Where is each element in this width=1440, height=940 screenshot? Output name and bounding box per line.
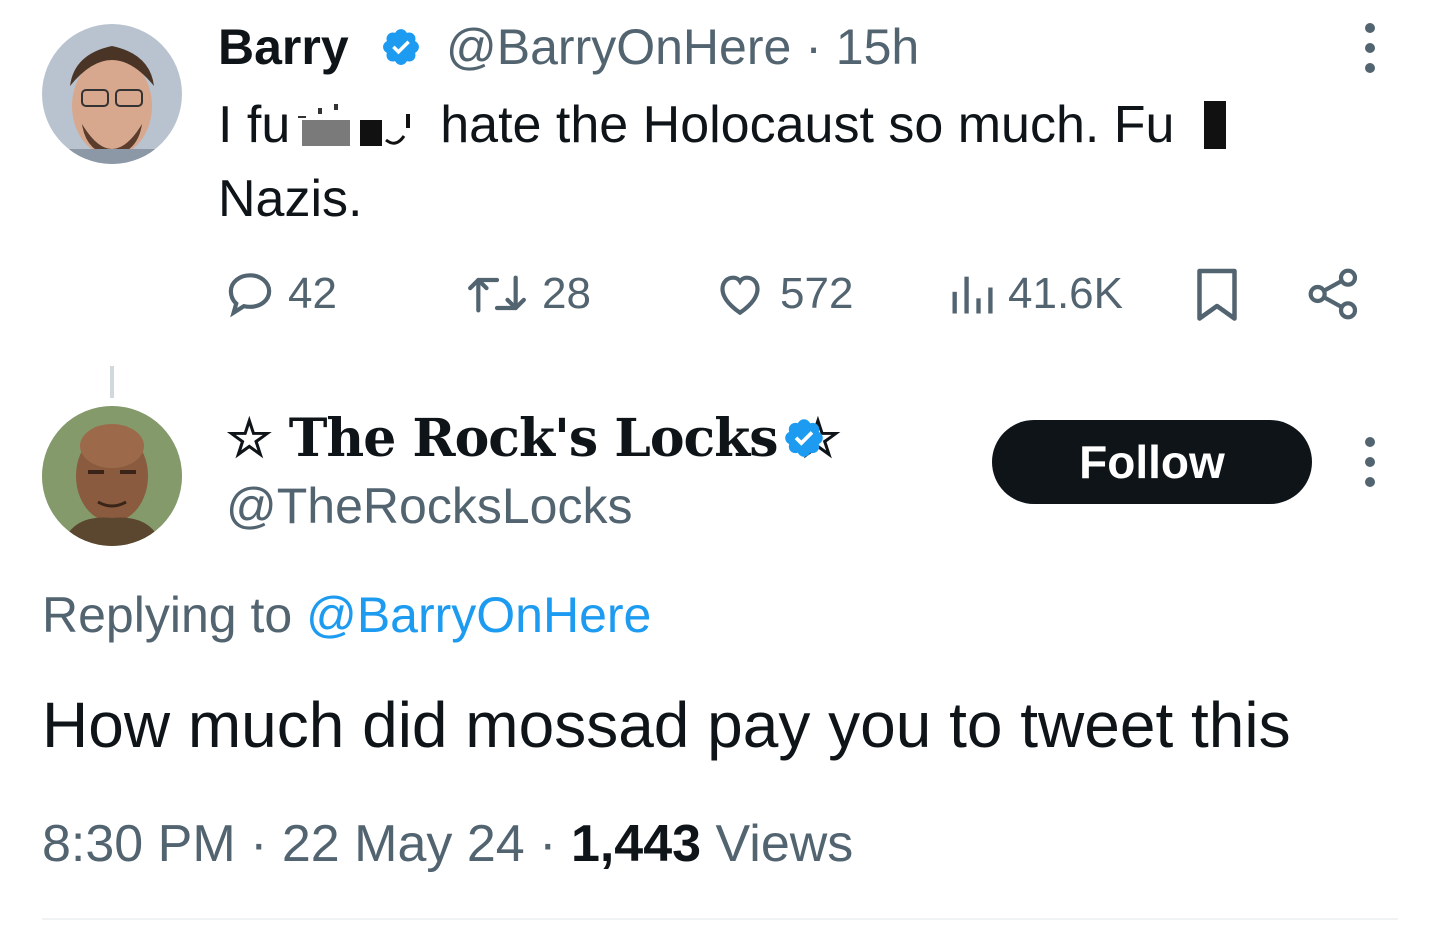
- views-label: Views: [715, 815, 854, 873]
- repost-button[interactable]: 28: [462, 266, 591, 322]
- views-count[interactable]: 1,443: [571, 815, 701, 873]
- views-icon: [952, 276, 993, 314]
- divider: [42, 918, 1398, 920]
- reply-count: 42: [288, 269, 337, 318]
- reply-button[interactable]: 42: [222, 266, 337, 322]
- author-avatar-barry[interactable]: [42, 24, 182, 164]
- more-icon[interactable]: [1350, 18, 1390, 78]
- author-handle[interactable]: @BarryOnHere: [446, 19, 791, 75]
- follow-button[interactable]: Follow: [992, 420, 1312, 504]
- redaction-mark-2: [1204, 101, 1227, 149]
- bookmark-button[interactable]: [1192, 266, 1242, 326]
- tweet-meta: 8:30 PM · 22 May 24 · 1,443 Views: [42, 812, 853, 876]
- repost-icon: [468, 275, 526, 313]
- avatar-image: [42, 24, 182, 164]
- reply-icon: [228, 273, 272, 318]
- tweet-actions-bar: 42 28 572 41.6K: [0, 262, 1440, 332]
- author-avatar-rock[interactable]: [42, 406, 182, 546]
- separator-dot: ·: [539, 815, 557, 873]
- tweet-text-part1: I fu: [218, 96, 291, 154]
- views-count: 41.6K: [1008, 269, 1123, 318]
- author-handle[interactable]: @TheRocksLocks: [226, 476, 632, 536]
- replying-to: Replying to @BarryOnHere: [42, 584, 651, 646]
- replying-prefix: Replying to: [42, 587, 293, 643]
- bookmark-icon: [1197, 268, 1237, 321]
- author-handle-and-time[interactable]: @BarryOnHere · 15h: [446, 18, 919, 76]
- avatar-image: [42, 406, 182, 546]
- reply-tweet-text: How much did mossad pay you to tweet thi…: [42, 689, 1291, 761]
- separator-dot: ·: [250, 815, 268, 873]
- share-button[interactable]: [1306, 266, 1362, 322]
- tweet-text-part2: hate the Holocaust so much. Fu: [440, 96, 1175, 154]
- tweet-date[interactable]: 22 May 24: [282, 815, 525, 873]
- verified-badge-icon: [380, 26, 422, 68]
- views-button[interactable]: 41.6K: [946, 266, 1123, 322]
- tweet-time[interactable]: 8:30 PM: [42, 815, 236, 873]
- tweet-text: I fu hate the Holocaust so much. Fu Nazi…: [218, 88, 1338, 236]
- replying-mention-link[interactable]: @BarryOnHere: [306, 587, 651, 643]
- thread-connector-line: [110, 366, 114, 398]
- more-icon[interactable]: [1350, 432, 1390, 492]
- like-count: 572: [780, 269, 854, 318]
- separator-dot: ·: [805, 19, 822, 75]
- author-name[interactable]: Barry: [218, 18, 349, 76]
- repost-count: 28: [542, 269, 591, 318]
- author-name[interactable]: ☆ The Rock's Locks ☆: [226, 408, 841, 470]
- share-icon: [1308, 268, 1358, 320]
- timestamp[interactable]: 15h: [836, 19, 919, 75]
- redaction-mark: [298, 104, 411, 146]
- like-icon: [720, 275, 760, 316]
- tweet-text-line2: Nazis.: [218, 170, 363, 228]
- verified-badge-icon: [782, 416, 826, 465]
- like-button[interactable]: 572: [710, 266, 853, 322]
